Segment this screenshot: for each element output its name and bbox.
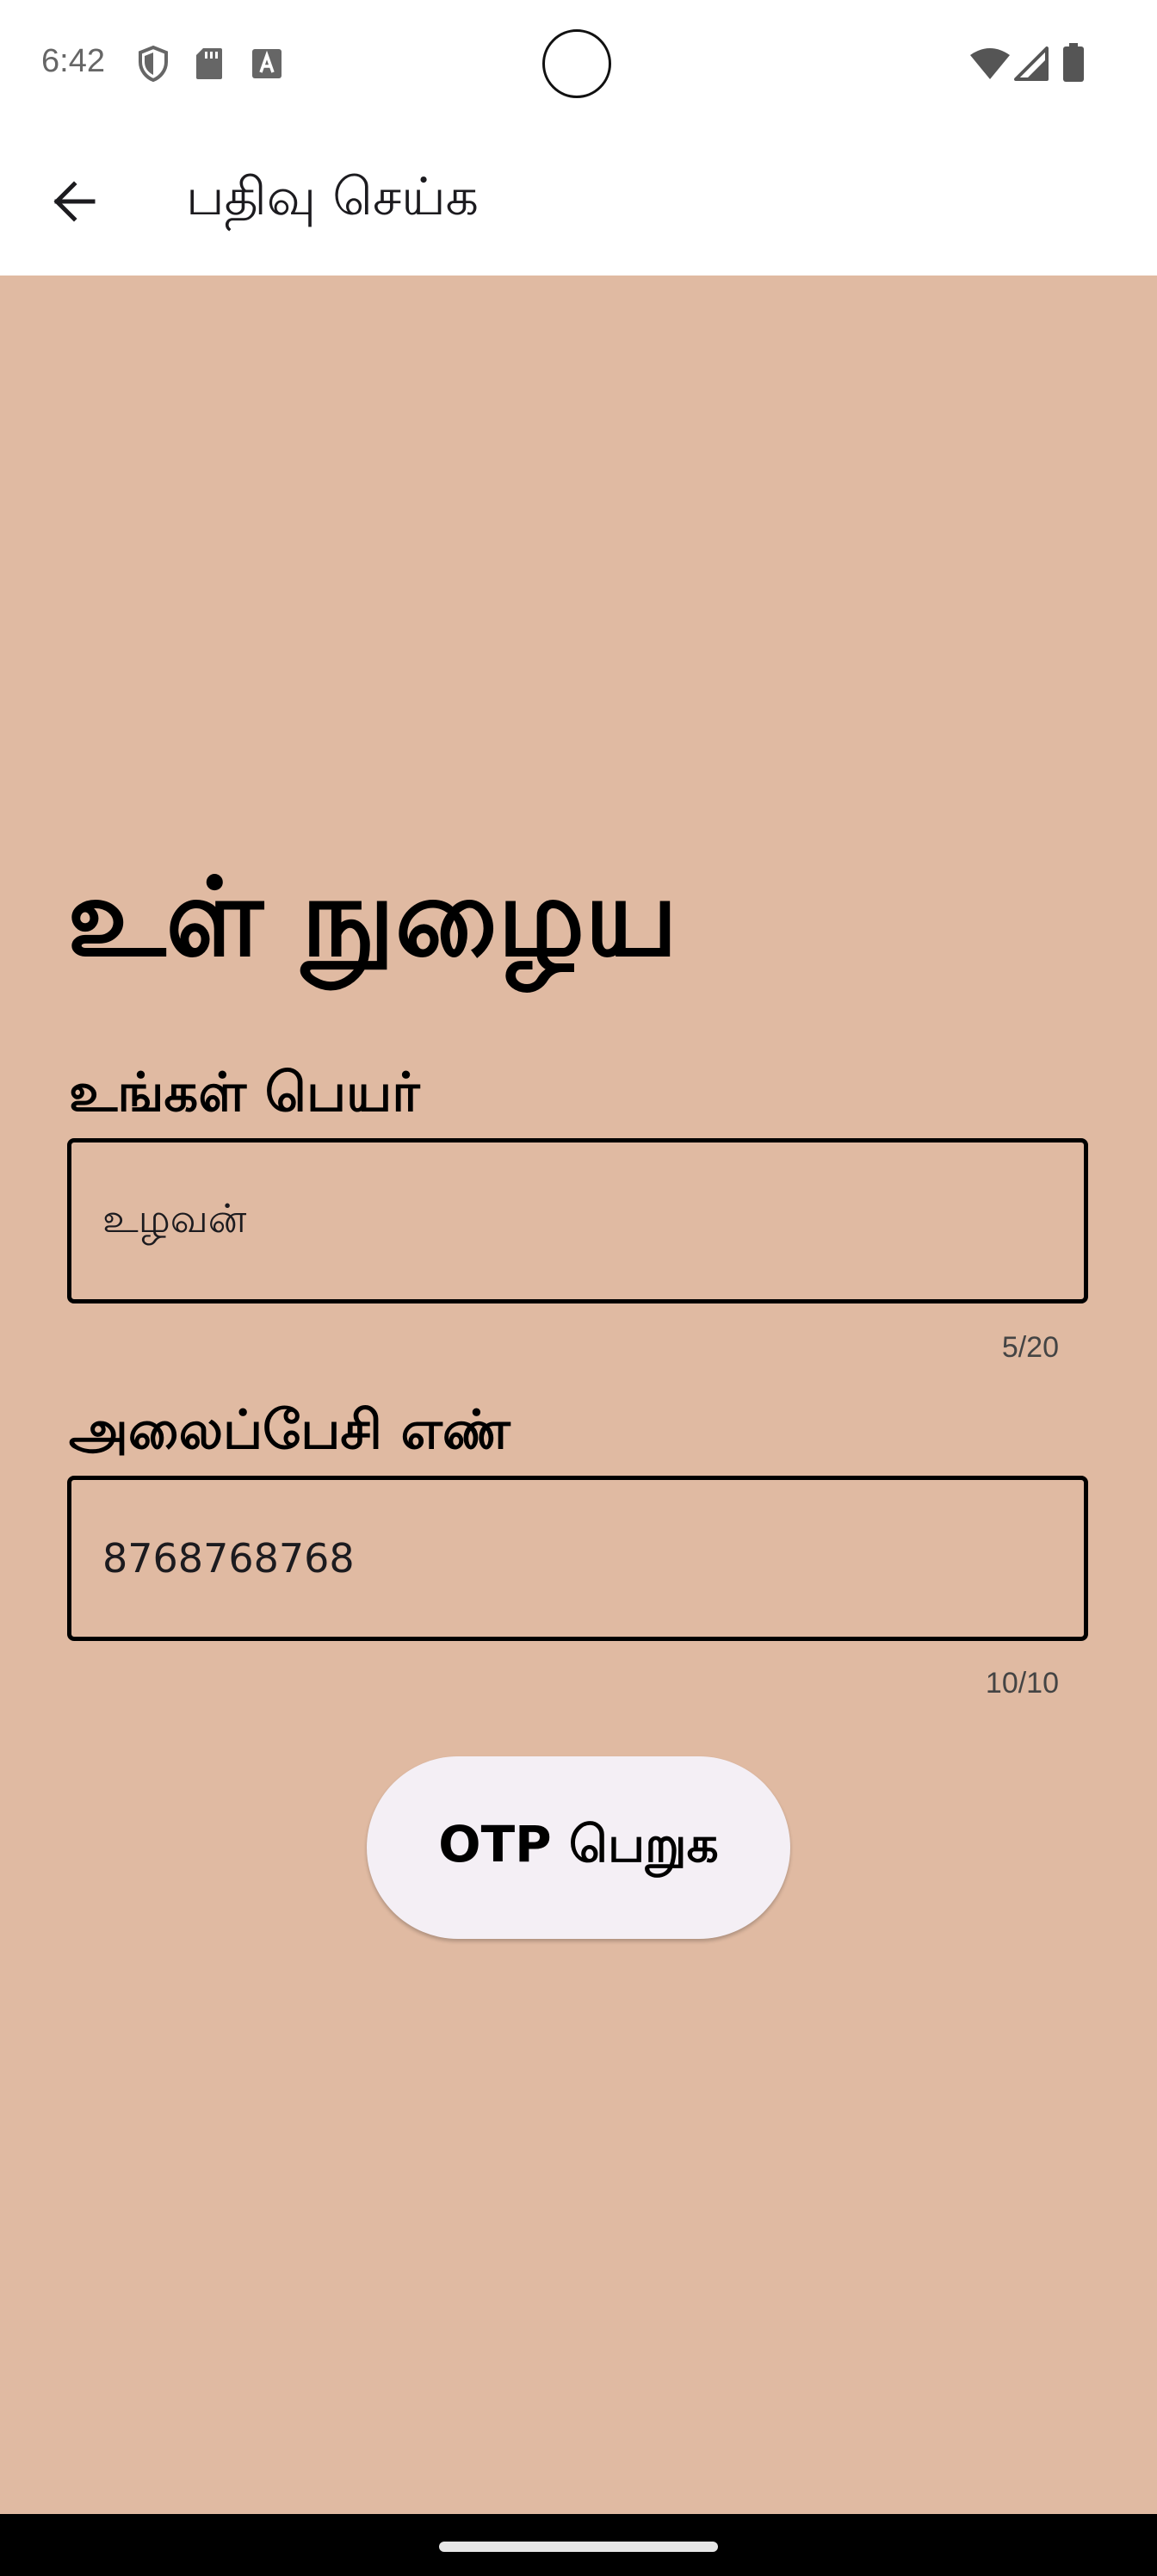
top-app-bar: பதிவு செய்க (0, 131, 1157, 276)
name-input-value: உழவன் (102, 1194, 247, 1242)
name-input[interactable]: உழவன் (67, 1138, 1088, 1303)
back-button[interactable] (31, 160, 117, 246)
cell-signal-icon (1014, 46, 1049, 84)
name-field-label: உங்கள் பெயர் (69, 1061, 420, 1124)
phone-input[interactable]: 8768768768 (67, 1476, 1088, 1641)
shield-icon (136, 45, 170, 86)
app-bar-title: பதிவு செய்க (186, 167, 480, 227)
battery-icon (1062, 43, 1085, 86)
get-otp-button[interactable]: OTP பெறுக (367, 1756, 790, 1939)
screen: 6:42 பதிவு செய்க உள் நுழைய உங்கள் பெயர் … (0, 0, 1157, 2576)
arrow-back-icon (50, 177, 98, 229)
camera-cutout (542, 29, 611, 98)
status-time: 6:42 (41, 43, 105, 79)
home-gesture-handle[interactable] (439, 2542, 718, 2552)
sd-card-icon (195, 46, 224, 84)
wifi-icon (969, 46, 1011, 84)
login-heading: உள் நுழைய (67, 854, 678, 981)
phone-input-value: 8768768768 (102, 1535, 355, 1582)
navigation-bar (0, 2514, 1157, 2576)
get-otp-label: OTP பெறுக (438, 1815, 719, 1873)
font-a-icon (251, 48, 282, 83)
status-bar: 6:42 (0, 0, 1157, 131)
phone-field-label: அலைப்பேசி எண் (69, 1398, 510, 1461)
phone-char-counter: 10/10 (985, 1667, 1059, 1700)
name-char-counter: 5/20 (1001, 1331, 1059, 1364)
